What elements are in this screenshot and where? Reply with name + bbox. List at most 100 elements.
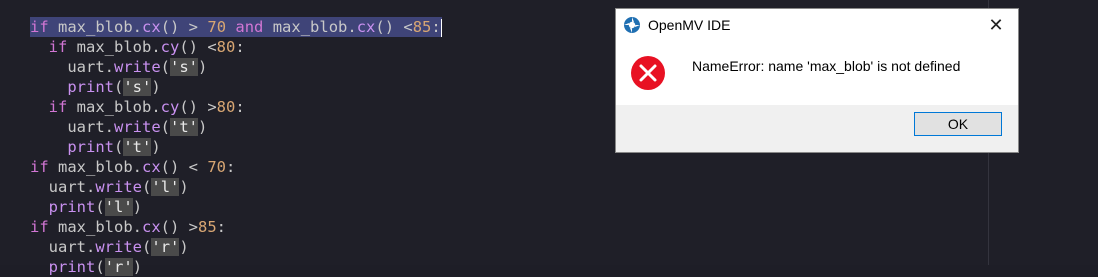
- code-token: 70: [207, 18, 227, 36]
- code-token: uart.: [48, 238, 96, 256]
- code-token: if: [30, 218, 49, 236]
- code-token: 's': [123, 78, 152, 96]
- openmv-icon: [624, 17, 640, 33]
- code-token: cy: [160, 98, 180, 116]
- code-line[interactable]: if max_blob.cy() >80:: [30, 97, 245, 117]
- code-token: 80: [216, 38, 236, 56]
- code-token: ): [198, 58, 208, 76]
- dialog-titlebar[interactable]: OpenMV IDE ✕: [616, 9, 1018, 41]
- code-token: ): [198, 118, 208, 136]
- code-token: print: [67, 138, 114, 156]
- code-token: print: [48, 258, 96, 276]
- code-token: write: [114, 58, 161, 76]
- code-token: cy: [160, 38, 180, 56]
- code-token: ): [151, 78, 161, 96]
- code-token: print: [48, 198, 96, 216]
- code-token: write: [95, 238, 143, 256]
- code-token: if: [30, 18, 49, 36]
- code-token: :: [216, 218, 227, 236]
- dialog-body: NameError: name 'max_blob' is not define…: [616, 41, 1018, 105]
- code-line[interactable]: if max_blob.cy() <80:: [30, 37, 245, 57]
- code-token: 'l': [104, 198, 133, 216]
- code-token: 't': [123, 138, 152, 156]
- code-token: cx: [142, 158, 161, 176]
- code-token: (: [95, 198, 105, 216]
- code-line[interactable]: uart.write('l'): [30, 177, 189, 197]
- code-token: () <: [375, 18, 413, 36]
- code-token: () >: [160, 218, 198, 236]
- code-line[interactable]: print('s'): [30, 77, 161, 97]
- code-token: uart.: [48, 178, 96, 196]
- code-token: (: [142, 178, 152, 196]
- ok-button[interactable]: OK: [914, 112, 1002, 136]
- code-token: max_blob.: [48, 158, 142, 176]
- error-message: NameError: name 'max_blob' is not define…: [692, 58, 961, 74]
- code-token: 't': [170, 118, 199, 136]
- code-line[interactable]: uart.write('s'): [30, 57, 207, 77]
- code-token: ): [179, 238, 189, 256]
- code-token: uart.: [67, 58, 114, 76]
- code-token: (: [160, 118, 171, 136]
- code-token: ): [132, 198, 143, 216]
- code-token: print: [67, 78, 114, 96]
- code-token: () >: [179, 98, 217, 116]
- code-token: cx: [356, 18, 376, 36]
- code-token: 'r': [151, 238, 180, 256]
- code-token: (: [95, 258, 105, 276]
- code-token: () <: [179, 38, 217, 56]
- code-token: 'r': [104, 258, 133, 276]
- code-token: (: [160, 58, 171, 76]
- dialog-title: OpenMV IDE: [648, 17, 731, 33]
- code-token: ): [132, 258, 143, 276]
- code-token: uart.: [67, 118, 114, 136]
- error-icon: [631, 56, 665, 90]
- code-token: :: [226, 158, 236, 176]
- code-token: (: [114, 138, 124, 156]
- code-token: 85: [198, 218, 217, 236]
- code-token: 's': [170, 58, 199, 76]
- code-line[interactable]: print('t'): [30, 137, 161, 157]
- code-token: :: [235, 98, 245, 116]
- code-token: ): [179, 178, 189, 196]
- code-token: 70: [207, 158, 227, 176]
- dialog-footer: OK: [616, 105, 1018, 152]
- code-token: max_blob.: [67, 38, 161, 56]
- code-token: if: [30, 158, 49, 176]
- code-token: write: [114, 118, 161, 136]
- code-line[interactable]: print('r'): [30, 257, 142, 277]
- code-token: ): [151, 138, 161, 156]
- code-token: if: [48, 98, 68, 116]
- code-token: :: [235, 38, 245, 56]
- code-line[interactable]: uart.write('t'): [30, 117, 207, 137]
- code-line[interactable]: if max_blob.cx() > 70 and max_blob.cx() …: [30, 17, 442, 37]
- code-token: if: [48, 38, 68, 56]
- code-line[interactable]: print('l'): [30, 197, 142, 217]
- code-line[interactable]: uart.write('r'): [30, 237, 189, 257]
- code-token: max_blob.: [58, 18, 143, 36]
- code-token: max_blob.: [263, 18, 357, 36]
- code-token: () <: [160, 158, 208, 176]
- close-icon[interactable]: ✕: [986, 15, 1006, 35]
- code-token: :: [431, 18, 441, 36]
- text-cursor: [440, 18, 442, 37]
- code-line[interactable]: if max_blob.cx() >85:: [30, 217, 226, 237]
- code-token: () >: [160, 18, 208, 36]
- code-token: (: [142, 238, 152, 256]
- code-line[interactable]: if max_blob.cx() < 70:: [30, 157, 235, 177]
- code-token: 85: [412, 18, 432, 36]
- code-token: max_blob.: [67, 98, 161, 116]
- code-token: cx: [142, 18, 161, 36]
- code-token: 80: [216, 98, 236, 116]
- error-dialog: OpenMV IDE ✕ NameError: name 'max_blob' …: [615, 8, 1019, 153]
- code-token: max_blob.: [48, 218, 142, 236]
